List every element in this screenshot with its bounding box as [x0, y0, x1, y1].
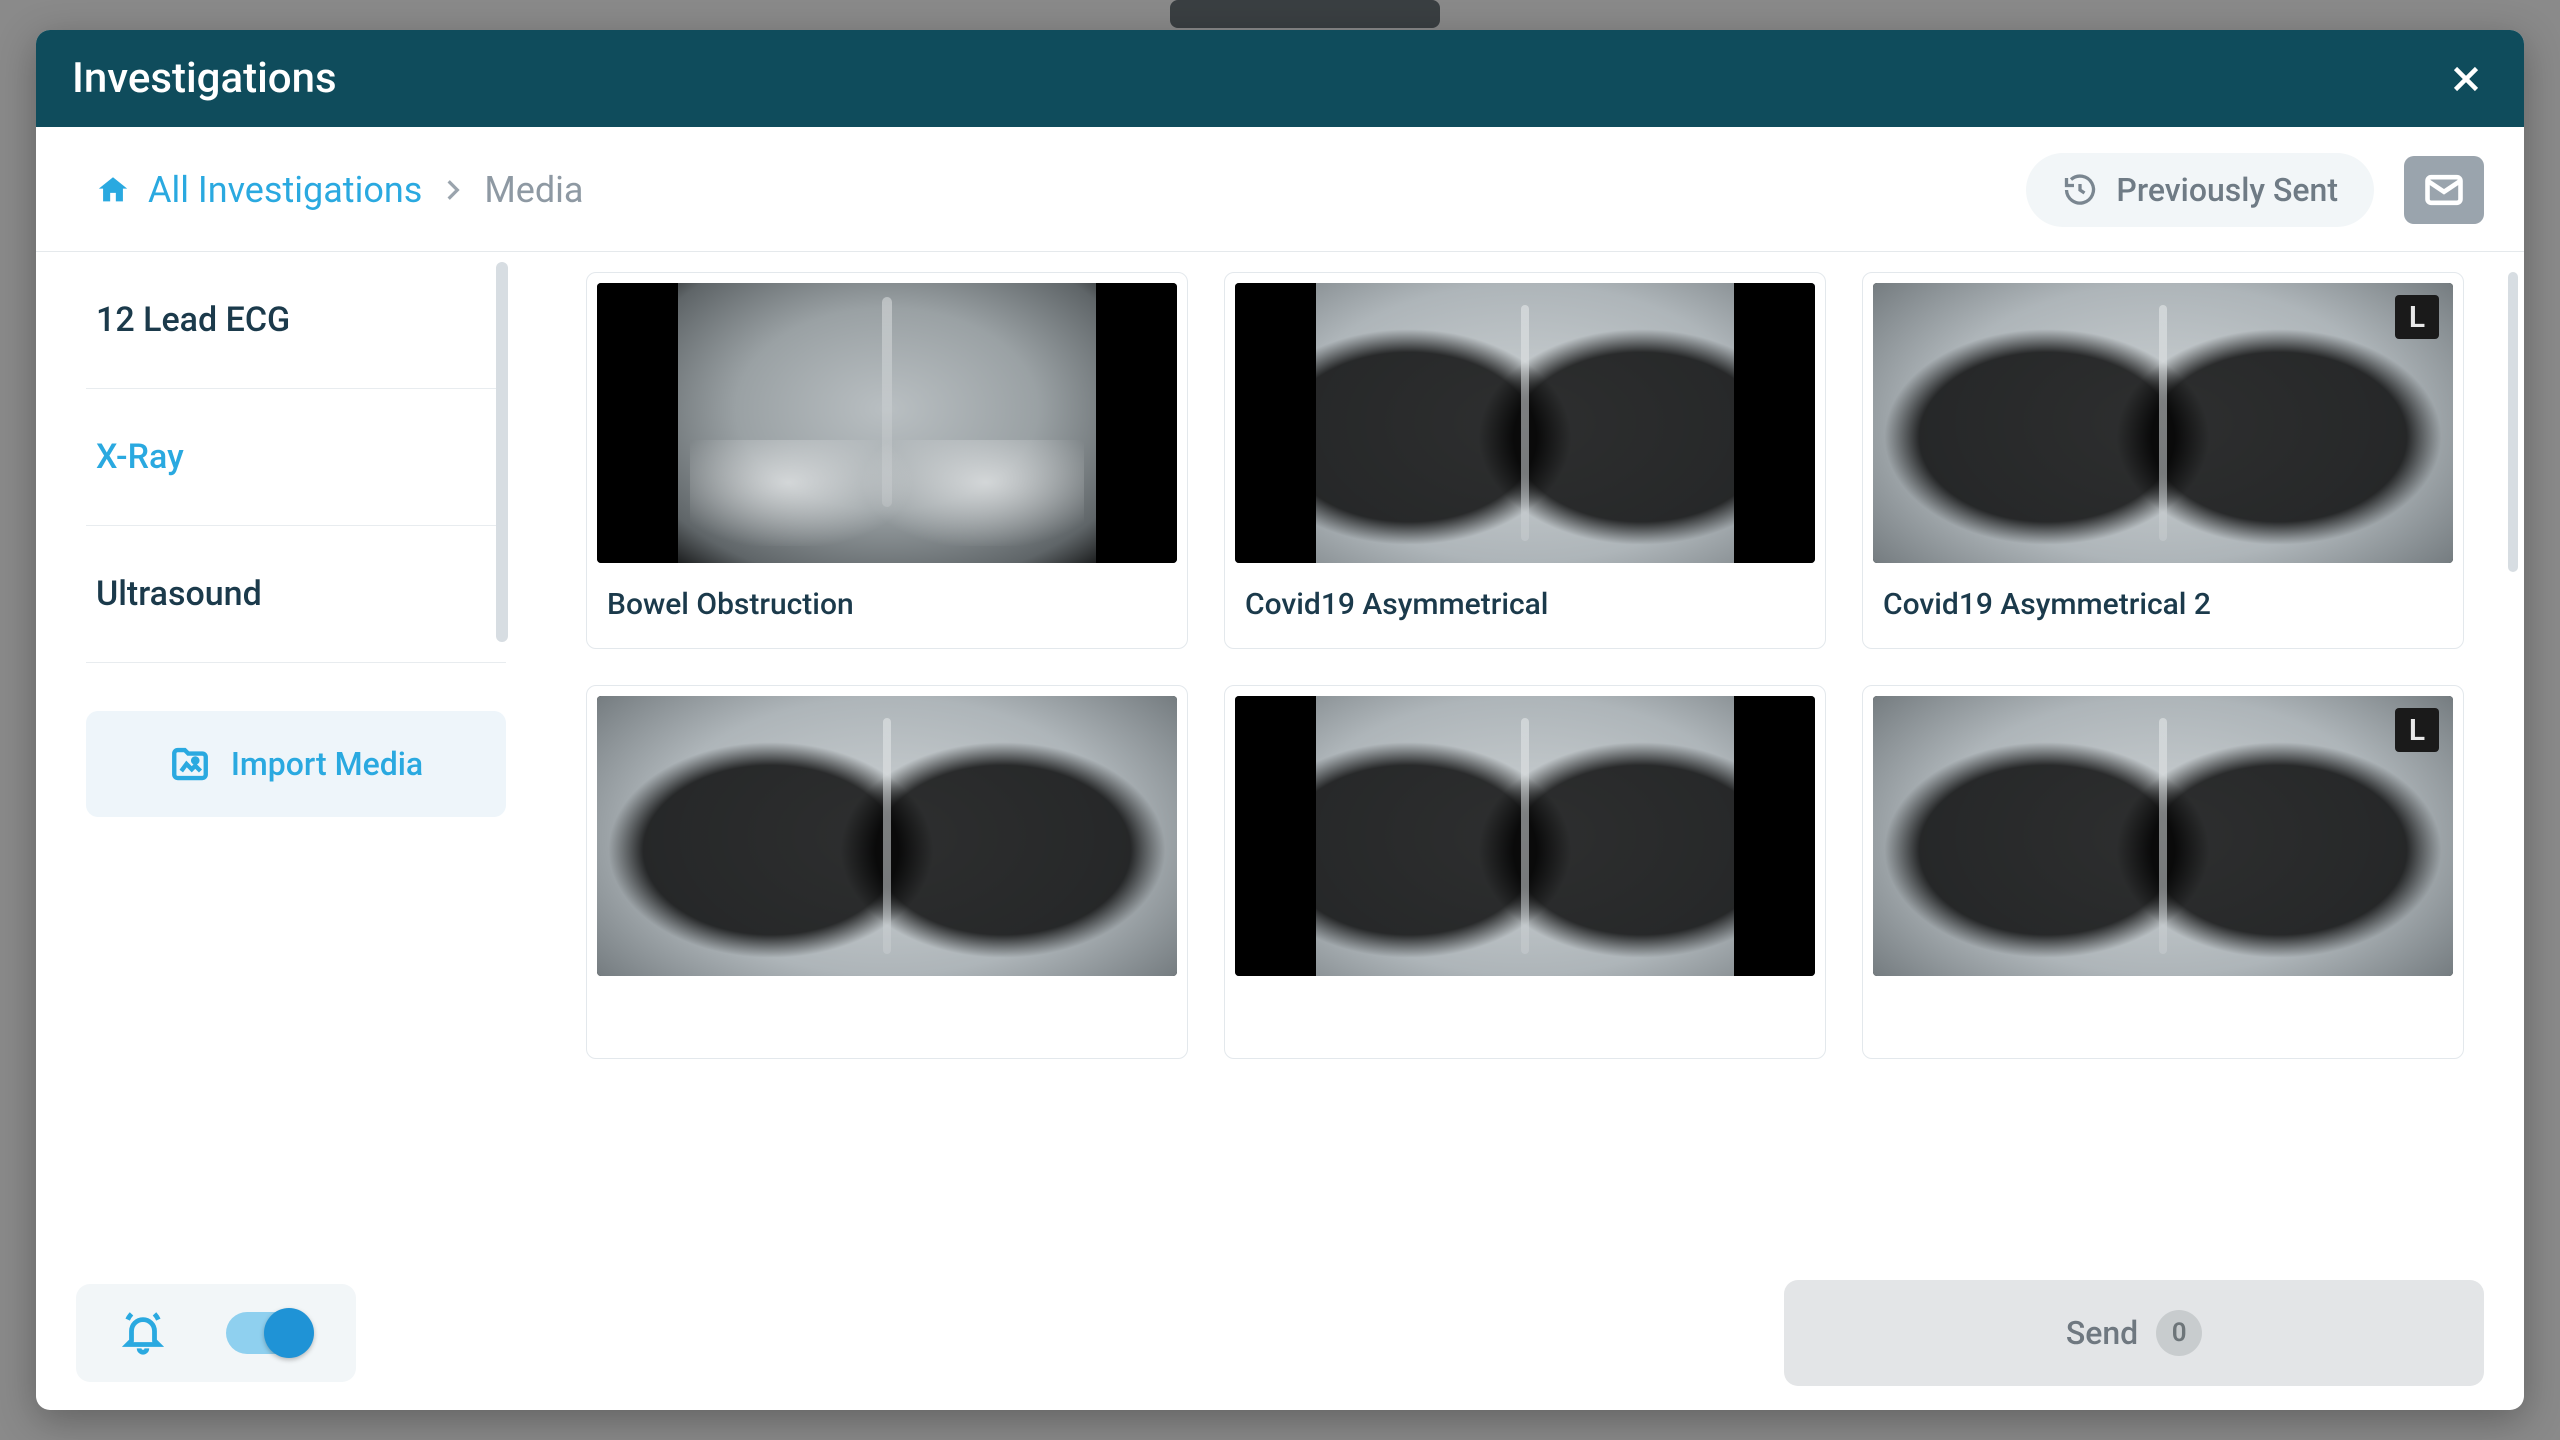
media-card[interactable] — [586, 685, 1188, 1059]
media-grid-wrap: Bowel Obstruction Covid19 Asymmetrical L… — [546, 252, 2524, 1262]
media-label — [1225, 986, 1825, 1058]
media-label: Covid19 Asymmetrical — [1225, 573, 1825, 648]
media-card[interactable]: Covid19 Asymmetrical — [1224, 272, 1826, 649]
toolbar-right: Previously Sent — [2026, 153, 2484, 227]
media-card[interactable]: L — [1862, 685, 2464, 1059]
media-thumbnail: L — [1873, 283, 2453, 563]
media-thumbnail: L — [1873, 696, 2453, 976]
chevron-right-icon — [440, 177, 466, 203]
media-label — [587, 986, 1187, 1058]
media-grid: Bowel Obstruction Covid19 Asymmetrical L… — [586, 272, 2494, 1059]
category-list: 12 Lead ECG X-Ray Ultrasound — [86, 252, 506, 663]
thumbnail-letterbox — [1235, 696, 1815, 976]
category-item-ultrasound[interactable]: Ultrasound — [86, 526, 506, 663]
send-button[interactable]: Send 0 — [1784, 1280, 2484, 1386]
media-thumbnail — [1235, 696, 1815, 976]
bell-icon — [120, 1310, 166, 1356]
grid-scrollbar[interactable] — [2508, 272, 2518, 572]
media-card[interactable] — [1224, 685, 1826, 1059]
sidebar-scrollbar[interactable] — [496, 262, 508, 642]
close-icon — [2448, 61, 2484, 97]
modal-title: Investigations — [72, 54, 337, 103]
history-icon — [2062, 172, 2098, 208]
media-label: Covid19 Asymmetrical 2 — [1863, 573, 2463, 648]
media-thumbnail — [597, 283, 1177, 563]
home-icon[interactable] — [96, 173, 130, 207]
category-item-xray[interactable]: X-Ray — [86, 389, 506, 526]
sidebar: 12 Lead ECG X-Ray Ultrasound Import Medi… — [36, 252, 546, 1262]
mail-button[interactable] — [2404, 156, 2484, 224]
media-card[interactable]: L Covid19 Asymmetrical 2 — [1862, 272, 2464, 649]
investigations-modal: Investigations All Investigations Media — [36, 30, 2524, 1410]
send-label: Send — [2066, 1314, 2138, 1352]
send-count-badge: 0 — [2156, 1310, 2202, 1356]
close-button[interactable] — [2444, 57, 2488, 101]
mail-icon — [2422, 168, 2466, 212]
import-media-button[interactable]: Import Media — [86, 711, 506, 817]
modal-header: Investigations — [36, 30, 2524, 127]
l-marker: L — [2395, 708, 2439, 752]
import-media-label: Import Media — [231, 745, 423, 783]
toolbar: All Investigations Media Previously Sent — [36, 127, 2524, 252]
import-media-icon — [169, 743, 211, 785]
modal-body: 12 Lead ECG X-Ray Ultrasound Import Medi… — [36, 252, 2524, 1262]
background-tab-hint — [1170, 0, 1440, 28]
media-label: Bowel Obstruction — [587, 573, 1187, 648]
breadcrumb-current: Media — [484, 169, 583, 211]
breadcrumb-root[interactable]: All Investigations — [148, 169, 422, 211]
media-thumbnail — [597, 696, 1177, 976]
media-card[interactable]: Bowel Obstruction — [586, 272, 1188, 649]
toggle-knob — [264, 1308, 314, 1358]
media-thumbnail — [1235, 283, 1815, 563]
alert-toggle-panel — [76, 1284, 356, 1382]
media-label — [1863, 986, 2463, 1058]
thumbnail-letterbox — [597, 283, 1177, 563]
breadcrumb: All Investigations Media — [96, 169, 584, 211]
category-item-ecg[interactable]: 12 Lead ECG — [86, 252, 506, 389]
thumbnail-letterbox — [1235, 283, 1815, 563]
alert-toggle[interactable] — [226, 1312, 312, 1354]
modal-footer: Send 0 — [36, 1262, 2524, 1410]
previously-sent-button[interactable]: Previously Sent — [2026, 153, 2374, 227]
l-marker: L — [2395, 295, 2439, 339]
previously-sent-label: Previously Sent — [2116, 171, 2338, 209]
